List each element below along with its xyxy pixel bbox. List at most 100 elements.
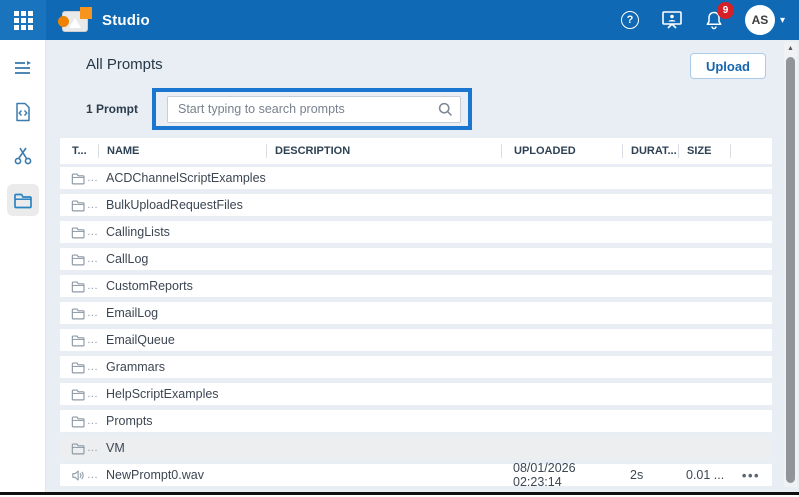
- cell-type: ...: [60, 469, 98, 482]
- search-icon: [438, 102, 453, 117]
- cell-name[interactable]: HelpScriptExamples: [98, 387, 266, 401]
- table-body: ...ACDChannelScriptExamples...BulkUpload…: [60, 167, 772, 486]
- cell-type: ...: [60, 415, 98, 428]
- sidebar-item-scripts[interactable]: [7, 52, 39, 84]
- cell-type: ...: [60, 253, 98, 266]
- table-row[interactable]: ...CallLog: [60, 248, 772, 270]
- folder-icon: [71, 361, 85, 374]
- type-ellipsis: ...: [87, 469, 98, 481]
- table-row[interactable]: ...EmailLog: [60, 302, 772, 324]
- cell-name[interactable]: CustomReports: [98, 279, 266, 293]
- cell-name[interactable]: CallLog: [98, 252, 266, 266]
- table-row[interactable]: ...Prompts: [60, 410, 772, 432]
- app-title: Studio: [102, 12, 150, 29]
- col-header-type[interactable]: T...: [60, 144, 98, 158]
- cell-name[interactable]: ACDChannelScriptExamples: [98, 171, 266, 185]
- type-ellipsis: ...: [87, 415, 98, 427]
- folder-icon: [71, 226, 85, 239]
- user-menu[interactable]: AS ▾: [745, 5, 785, 35]
- folder-icon: [71, 388, 85, 401]
- code-file-icon: [14, 102, 32, 122]
- table-row[interactable]: ...ACDChannelScriptExamples: [60, 167, 772, 189]
- top-bar: Studio ? 9 AS ▾: [0, 0, 799, 40]
- table-header-row: T... NAME DESCRIPTION UPLOADED DURAT... …: [60, 138, 772, 164]
- table-row[interactable]: ...CallingLists: [60, 221, 772, 243]
- col-header-name[interactable]: NAME: [98, 144, 266, 158]
- type-ellipsis: ...: [87, 442, 98, 454]
- row-actions-menu-icon[interactable]: •••: [742, 468, 760, 483]
- cell-type: ...: [60, 334, 98, 347]
- prompt-count: 1 Prompt: [86, 102, 138, 116]
- script-list-icon: [13, 60, 33, 76]
- col-header-duration[interactable]: DURAT...: [622, 144, 678, 158]
- folder-icon: [71, 415, 85, 428]
- table-row[interactable]: ...VM: [60, 437, 772, 459]
- folder-icon: [71, 442, 85, 455]
- cell-duration: 2s: [622, 468, 678, 482]
- search-highlight-callout: [152, 88, 472, 130]
- folder-icon: [71, 307, 85, 320]
- cell-name[interactable]: NewPrompt0.wav: [98, 468, 266, 482]
- cell-type: ...: [60, 442, 98, 455]
- cell-name[interactable]: Prompts: [98, 414, 266, 428]
- folder-icon: [71, 199, 85, 212]
- sidebar-item-code-files[interactable]: [7, 96, 39, 128]
- type-ellipsis: ...: [87, 172, 98, 184]
- col-header-description[interactable]: DESCRIPTION: [266, 144, 501, 158]
- cell-menu: •••: [730, 468, 772, 483]
- col-header-size[interactable]: SIZE: [678, 144, 730, 158]
- col-header-uploaded[interactable]: UPLOADED: [501, 144, 622, 158]
- folder-icon: [71, 280, 85, 293]
- table-row[interactable]: ...HelpScriptExamples: [60, 383, 772, 405]
- cell-type: ...: [60, 226, 98, 239]
- app-launcher-button[interactable]: [0, 0, 46, 40]
- audio-icon: [71, 469, 85, 482]
- type-ellipsis: ...: [87, 334, 98, 346]
- avatar: AS: [745, 5, 775, 35]
- upload-button[interactable]: Upload: [690, 53, 766, 79]
- cell-name[interactable]: VM: [98, 441, 266, 455]
- cell-type: ...: [60, 172, 98, 185]
- cell-type: ...: [60, 307, 98, 320]
- table-row[interactable]: ...NewPrompt0.wav08/01/2026 02:23:142s0.…: [60, 464, 772, 486]
- cell-name[interactable]: EmailQueue: [98, 333, 266, 347]
- chevron-down-icon: ▾: [780, 15, 785, 26]
- type-ellipsis: ...: [87, 226, 98, 238]
- sidebar-item-files[interactable]: [7, 184, 39, 216]
- table-row[interactable]: ...EmailQueue: [60, 329, 772, 351]
- cell-name[interactable]: CallingLists: [98, 225, 266, 239]
- folder-icon: [71, 172, 85, 185]
- type-ellipsis: ...: [87, 253, 98, 265]
- vertical-scrollbar[interactable]: ▲: [784, 42, 797, 487]
- cell-type: ...: [60, 280, 98, 293]
- cell-type: ...: [60, 199, 98, 212]
- notifications-button[interactable]: 9: [703, 9, 725, 31]
- type-ellipsis: ...: [87, 388, 98, 400]
- branch-icon: [13, 146, 33, 166]
- page-title: All Prompts: [86, 56, 163, 73]
- table-row[interactable]: ...CustomReports: [60, 275, 772, 297]
- scroll-up-arrow-icon[interactable]: ▲: [784, 42, 797, 54]
- cell-name[interactable]: BulkUploadRequestFiles: [98, 198, 266, 212]
- cell-name[interactable]: EmailLog: [98, 306, 266, 320]
- table-row[interactable]: ...BulkUploadRequestFiles: [60, 194, 772, 216]
- type-ellipsis: ...: [87, 199, 98, 211]
- table-row[interactable]: ...Grammars: [60, 356, 772, 378]
- folder-icon: [71, 334, 85, 347]
- screen-share-button[interactable]: [661, 9, 683, 31]
- prompts-table: T... NAME DESCRIPTION UPLOADED DURAT... …: [60, 138, 772, 491]
- content-area: All Prompts Upload 1 Prompt T... NAME DE…: [46, 40, 799, 497]
- help-button[interactable]: ?: [619, 9, 641, 31]
- cell-name[interactable]: Grammars: [98, 360, 266, 374]
- sidebar-item-flow-tools[interactable]: [7, 140, 39, 172]
- monitor-icon: [661, 10, 683, 30]
- cell-type: ...: [60, 361, 98, 374]
- studio-logo: [60, 7, 92, 33]
- cell-uploaded: 08/01/2026 02:23:14: [501, 461, 622, 489]
- cell-type: ...: [60, 388, 98, 401]
- notification-badge: 9: [717, 2, 734, 19]
- folder-icon: [71, 253, 85, 266]
- search-input[interactable]: [167, 96, 461, 123]
- col-header-menu: [730, 144, 772, 158]
- scrollbar-thumb[interactable]: [786, 57, 795, 483]
